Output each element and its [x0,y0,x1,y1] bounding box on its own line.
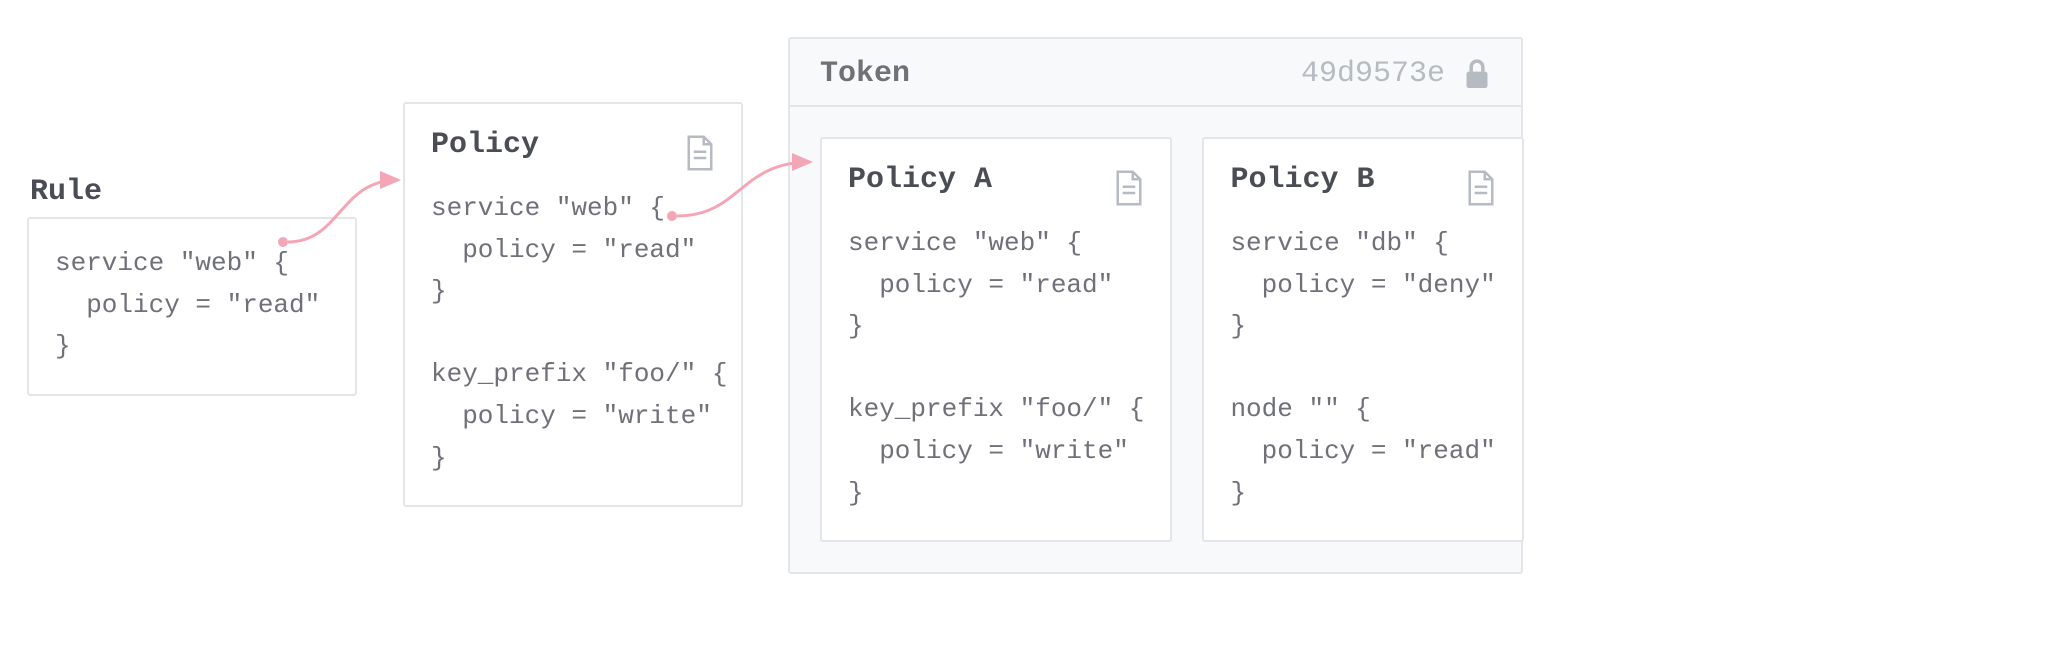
token-header: Token 49d9573e [790,39,1521,107]
token-container: Token 49d9573e Policy A [788,37,1523,574]
policy-b-card: Policy B service "db" { policy = "deny" … [1202,137,1523,542]
token-body: Policy A service "web" { policy = "read"… [790,107,1521,572]
document-icon [1114,170,1144,206]
policy-a-code: service "web" { policy = "read" } key_pr… [848,223,1144,514]
rule-card: service "web" { policy = "read" } [27,217,357,396]
token-hash: 49d9573e [1301,57,1445,91]
policy-card: Policy service "web" { policy = "read" }… [403,102,743,507]
rule-code: service "web" { policy = "read" } [55,243,329,368]
rule-label: Rule [30,175,102,209]
document-icon [1466,170,1496,206]
policy-a-title: Policy A [848,163,992,197]
diagram-stage: Rule service "web" { policy = "read" } P… [0,0,2048,660]
policy-b-code: service "db" { policy = "deny" } node ""… [1230,223,1495,514]
policy-a-card: Policy A service "web" { policy = "read"… [820,137,1172,542]
policy-b-title: Policy B [1230,163,1374,197]
policy-code: service "web" { policy = "read" } key_pr… [431,188,715,479]
token-hash-row: 49d9573e [1301,57,1491,91]
token-title: Token [820,57,910,91]
policy-title: Policy [431,128,539,162]
lock-icon [1463,57,1491,91]
document-icon [685,135,715,171]
